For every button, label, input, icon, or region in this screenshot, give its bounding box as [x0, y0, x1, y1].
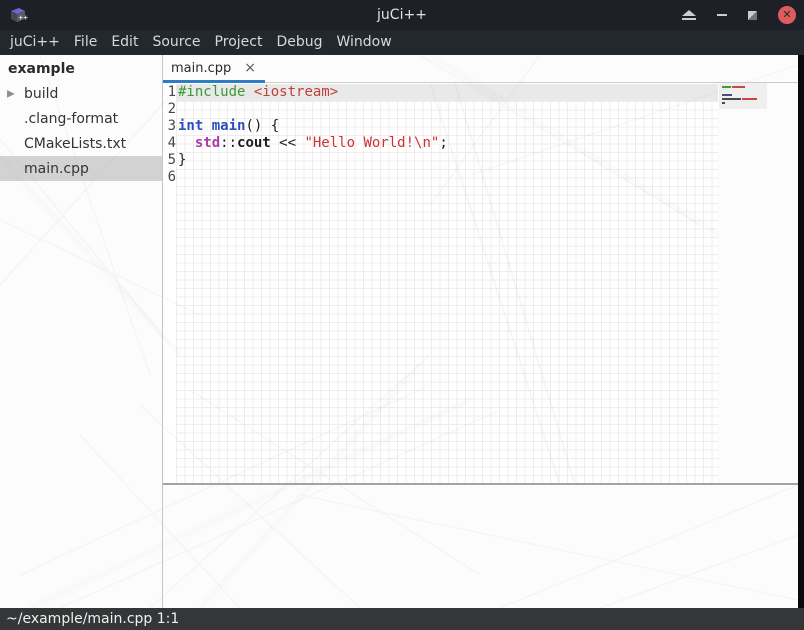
minimap-line — [722, 98, 757, 100]
maximize-icon — [748, 11, 757, 20]
line-number: 4 — [163, 135, 176, 152]
main-pane: main.cpp × 123456 #include <iostream>int… — [163, 55, 798, 608]
tab-label: main.cpp — [171, 61, 231, 76]
code-editor[interactable]: 123456 #include <iostream>int main() { s… — [163, 83, 718, 483]
menu-source[interactable]: Source — [152, 30, 200, 55]
token-preprocessor: #include — [178, 84, 245, 100]
token-include: <iostream> — [254, 84, 338, 100]
token-plain: () { — [245, 118, 279, 134]
tree-item-cmakelists-txt[interactable]: CMakeLists.txt — [0, 131, 162, 156]
token-plain — [203, 118, 211, 134]
minimap-segment — [722, 86, 731, 88]
line-number: 2 — [163, 101, 176, 118]
minimap-line — [722, 102, 757, 104]
token-plain: } — [178, 152, 186, 168]
tree-item-label: CMakeLists.txt — [24, 136, 126, 152]
terminal-pane[interactable] — [163, 485, 798, 608]
menu-window[interactable]: Window — [337, 30, 392, 55]
status-cursor-location: ~/example/main.cpp 1:1 — [6, 611, 179, 627]
line-number: 5 — [163, 152, 176, 169]
content-area: example ▶ build .clang-format CMakeLists.tx… — [0, 55, 804, 608]
tree-item-label: main.cpp — [24, 161, 89, 177]
code-area[interactable]: #include <iostream>int main() { std::cou… — [176, 84, 718, 483]
titlebar[interactable]: ++ juCi++ ✕ — [0, 0, 804, 30]
expander-icon[interactable]: ▶ — [7, 88, 15, 99]
menu-debug[interactable]: Debug — [276, 30, 322, 55]
eject-icon — [682, 10, 696, 21]
token-keyword: int — [178, 118, 203, 134]
menu-juci[interactable]: juCi++ — [10, 30, 60, 55]
minimap-segment — [722, 102, 725, 104]
token-function: main — [212, 118, 246, 134]
tab-main-cpp[interactable]: main.cpp × — [163, 55, 265, 82]
code-line-4: std::cout << "Hello World!\n"; — [176, 135, 718, 152]
tree-item-main-cpp[interactable]: main.cpp — [0, 156, 162, 181]
tree-item-label: .clang-format — [24, 111, 118, 127]
code-line-5: } — [176, 152, 718, 169]
window-controls: ✕ — [682, 0, 796, 30]
tree-item-build[interactable]: ▶ build — [0, 81, 162, 106]
minimize-button[interactable] — [717, 14, 727, 16]
code-line-2 — [176, 101, 718, 118]
juci-window: ++ juCi++ ✕ juCi++ File Edit Source Project D… — [0, 0, 804, 630]
line-number: 3 — [163, 118, 176, 135]
tree-item-label: build — [24, 86, 58, 102]
minimap-code — [722, 86, 757, 110]
minimap-segment — [722, 94, 732, 96]
token-plain: :: — [220, 135, 237, 151]
line-number: 1 — [163, 84, 176, 101]
menubar: juCi++ File Edit Source Project Debug Window — [0, 30, 804, 55]
menu-file[interactable]: File — [74, 30, 97, 55]
code-line-6 — [176, 169, 718, 186]
close-button[interactable]: ✕ — [778, 6, 796, 24]
minimap-segment — [742, 98, 757, 100]
minimap-segment — [732, 86, 745, 88]
code-line-3: int main() { — [176, 118, 718, 135]
minimap-line — [722, 86, 757, 88]
minimap[interactable] — [718, 83, 798, 483]
token-plain — [245, 84, 253, 100]
scrollbar[interactable] — [798, 55, 804, 608]
shade-button[interactable] — [682, 10, 696, 21]
tree-item-clang-format[interactable]: .clang-format — [0, 106, 162, 131]
statusbar: ~/example/main.cpp 1:1 — [0, 608, 804, 630]
menu-project[interactable]: Project — [215, 30, 263, 55]
token-namespace: std — [195, 135, 220, 151]
minimap-segment — [722, 98, 741, 100]
minimap-line — [722, 90, 757, 92]
tab-close-icon[interactable]: × — [244, 55, 256, 82]
line-number-gutter: 123456 — [163, 84, 176, 186]
tree-root-example[interactable]: example — [0, 55, 162, 81]
minimap-line — [722, 106, 757, 108]
token-plain — [178, 135, 195, 151]
token-string: "Hello World!\n" — [304, 135, 439, 151]
token-plain: << — [271, 135, 305, 151]
menu-edit[interactable]: Edit — [111, 30, 138, 55]
line-number: 6 — [163, 169, 176, 186]
file-tree: example ▶ build .clang-format CMakeLists.tx… — [0, 55, 163, 608]
maximize-button[interactable] — [748, 11, 757, 20]
token-plain: ; — [439, 135, 447, 151]
minimize-icon — [717, 14, 727, 16]
minimap-line — [722, 94, 757, 96]
tabbar: main.cpp × — [163, 55, 798, 83]
token-bold: cout — [237, 135, 271, 151]
code-line-1: #include <iostream> — [176, 84, 718, 101]
